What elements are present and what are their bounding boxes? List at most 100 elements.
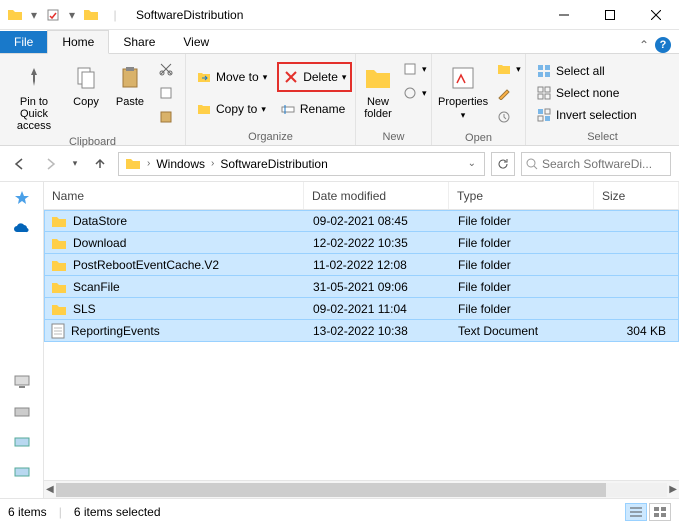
- forward-button[interactable]: [38, 152, 62, 176]
- group-label-select: Select: [526, 131, 679, 145]
- new-item-button[interactable]: ▾: [398, 58, 431, 80]
- back-button[interactable]: [8, 152, 32, 176]
- properties-button[interactable]: Properties ▾: [438, 58, 488, 121]
- folder-icon: [51, 279, 67, 295]
- new-item-icon: [402, 61, 418, 77]
- file-type: File folder: [450, 214, 595, 228]
- rename-button[interactable]: Rename: [276, 98, 349, 120]
- copy-to-button[interactable]: Copy to▾: [192, 98, 270, 120]
- copy-button[interactable]: Copy: [66, 58, 106, 108]
- quick-access-toolbar: ▾ ▾ |: [0, 4, 130, 26]
- thumbnails-view-button[interactable]: [649, 503, 671, 521]
- drive-icon[interactable]: [12, 432, 32, 452]
- edit-button[interactable]: [492, 82, 525, 104]
- this-pc-icon[interactable]: [12, 372, 32, 392]
- details-view-button[interactable]: [625, 503, 647, 521]
- delete-button-highlighted: Delete▾: [277, 62, 352, 92]
- search-input[interactable]: [542, 157, 666, 171]
- breadcrumb-windows[interactable]: Windows: [152, 157, 209, 171]
- copy-to-icon: [196, 101, 212, 117]
- select-all-button[interactable]: Select all: [532, 60, 609, 82]
- column-size[interactable]: Size: [594, 182, 679, 209]
- maximize-button[interactable]: [587, 0, 633, 30]
- table-row[interactable]: ReportingEvents13-02-2022 10:38Text Docu…: [44, 320, 679, 342]
- easy-access-button[interactable]: ▾: [398, 82, 431, 104]
- scroll-track[interactable]: [56, 483, 668, 497]
- new-folder-icon: [362, 62, 394, 94]
- file-name: Download: [73, 236, 126, 250]
- close-button[interactable]: [633, 0, 679, 30]
- scroll-left-icon[interactable]: ◀: [46, 484, 54, 495]
- recent-dropdown[interactable]: ▾: [68, 152, 82, 176]
- help-icon[interactable]: ?: [655, 37, 671, 53]
- scroll-thumb[interactable]: [56, 483, 606, 497]
- group-label-clipboard: Clipboard: [0, 136, 185, 150]
- folder-icon: [80, 4, 102, 26]
- group-label-new: New: [356, 131, 431, 145]
- group-organize: Move to▾ Delete▾ Copy to▾ Rename Organiz…: [186, 54, 356, 145]
- delete-button[interactable]: Delete▾: [283, 66, 346, 88]
- new-folder-button[interactable]: New folder: [362, 58, 394, 120]
- minimize-button[interactable]: [541, 0, 587, 30]
- content-area: Name Date modified Type Size DataStore09…: [0, 182, 679, 498]
- onedrive-icon[interactable]: [12, 218, 32, 238]
- chevron-down-icon: ▾: [342, 72, 347, 83]
- horizontal-scrollbar[interactable]: ◀ ▶: [44, 480, 679, 498]
- pin-to-quick-access-button[interactable]: Pin to Quick access: [6, 58, 62, 132]
- qat-properties-icon[interactable]: [42, 4, 64, 26]
- column-type[interactable]: Type: [449, 182, 594, 209]
- scroll-right-icon[interactable]: ▶: [669, 484, 677, 495]
- column-name[interactable]: Name: [44, 182, 304, 209]
- invert-selection-button[interactable]: Invert selection: [532, 104, 641, 126]
- file-type: File folder: [450, 258, 595, 272]
- folder-icon: [4, 4, 26, 26]
- folder-icon: [51, 257, 67, 273]
- qat-dropdown-icon[interactable]: ▾: [28, 4, 40, 26]
- group-clipboard: Pin to Quick access Copy Paste Clipboard: [0, 54, 186, 145]
- move-to-button[interactable]: Move to▾: [192, 66, 271, 88]
- select-all-icon: [536, 63, 552, 79]
- group-new: New folder ▾ ▾ New: [356, 54, 432, 145]
- copy-path-button[interactable]: [154, 82, 178, 104]
- folder-icon: [51, 213, 67, 229]
- file-type: File folder: [450, 236, 595, 250]
- qat-dropdown-icon[interactable]: ▾: [66, 4, 78, 26]
- chevron-right-icon[interactable]: ›: [211, 158, 214, 169]
- tab-home[interactable]: Home: [47, 30, 109, 54]
- table-row[interactable]: PostRebootEventCache.V211-02-2022 12:08F…: [44, 254, 679, 276]
- pin-icon: [18, 62, 50, 94]
- paste-shortcut-button[interactable]: [154, 106, 178, 128]
- drive-icon[interactable]: [12, 462, 32, 482]
- chevron-right-icon[interactable]: ›: [147, 158, 150, 169]
- table-row[interactable]: Download12-02-2022 10:35File folder: [44, 232, 679, 254]
- select-none-button[interactable]: Select none: [532, 82, 623, 104]
- column-date[interactable]: Date modified: [304, 182, 449, 209]
- search-icon: [526, 158, 538, 170]
- copy-path-icon: [158, 85, 174, 101]
- ribbon-collapse-icon[interactable]: ⌃: [639, 38, 649, 52]
- history-button[interactable]: [492, 106, 525, 128]
- file-name: SLS: [73, 302, 96, 316]
- tab-share[interactable]: Share: [109, 31, 169, 53]
- cut-button[interactable]: [154, 58, 178, 80]
- nav-pane[interactable]: [0, 182, 44, 498]
- breadcrumb-softwaredistribution[interactable]: SoftwareDistribution: [216, 157, 331, 171]
- open-icon: [496, 61, 512, 77]
- chevron-down-icon: ▾: [422, 88, 427, 99]
- tab-file[interactable]: File: [0, 31, 47, 53]
- address-dropdown-icon[interactable]: ⌄: [462, 158, 482, 169]
- paste-button[interactable]: Paste: [110, 58, 150, 108]
- search-box[interactable]: [521, 152, 671, 176]
- table-row[interactable]: ScanFile31-05-2021 09:06File folder: [44, 276, 679, 298]
- table-row[interactable]: SLS09-02-2021 11:04File folder: [44, 298, 679, 320]
- open-button[interactable]: ▾: [492, 58, 525, 80]
- disk-icon[interactable]: [12, 402, 32, 422]
- refresh-button[interactable]: [491, 152, 515, 176]
- table-row[interactable]: DataStore09-02-2021 08:45File folder: [44, 210, 679, 232]
- tab-view[interactable]: View: [169, 31, 223, 53]
- file-type: Text Document: [450, 324, 595, 338]
- up-button[interactable]: [88, 152, 112, 176]
- address-bar[interactable]: › Windows › SoftwareDistribution ⌄: [118, 152, 485, 176]
- file-type: File folder: [450, 280, 595, 294]
- quick-access-icon[interactable]: [12, 188, 32, 208]
